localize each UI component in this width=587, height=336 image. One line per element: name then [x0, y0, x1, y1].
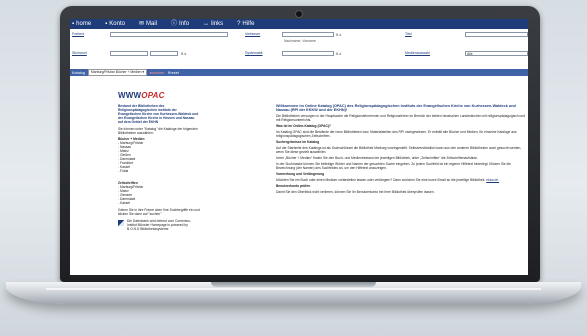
- nav-mail[interactable]: ✉ Mail: [139, 21, 157, 27]
- wwwopac-logo: WWWOPAC: [118, 91, 165, 100]
- account-heading: Benutzerkonto prüfen: [276, 184, 311, 188]
- systematik-label[interactable]: Systematik: [245, 51, 263, 55]
- laptop-hinge: [211, 282, 376, 287]
- nav-info[interactable]: ⓘ Info: [171, 21, 189, 27]
- stichwort-input[interactable]: [110, 51, 148, 56]
- welcome-title: Willkommen im Online Katalog (OPAC) des …: [276, 104, 516, 112]
- home-icon: ▪: [72, 21, 75, 27]
- email-link[interactable]: ekkw.de.: [486, 178, 499, 182]
- nav-konto[interactable]: ▪ Konto: [105, 21, 125, 27]
- catalog-hint: Sie können unter "Katalog" die Kataloge …: [118, 127, 198, 135]
- left-column: WWWOPAC Bestand der Bibliotheken des Rel…: [118, 91, 200, 231]
- search-note: Geben Sie in ihre Frame oben Ihre Suchbe…: [118, 208, 200, 216]
- top-nav-bar: ▪ home ▪ Konto ✉ Mail ⓘ Info ↔ links ? Hilfe: [70, 19, 528, 29]
- titel-input[interactable]: [465, 32, 528, 37]
- search-button[interactable]: ▸suchen: [150, 70, 164, 75]
- journals-list: - Marburg/Fritzlar - Mainz - Giessen - D…: [118, 185, 200, 205]
- info-icon: ⓘ: [171, 21, 178, 27]
- stichwort-truncation: B.d.: [181, 52, 188, 56]
- laptop-screen: ▪ home ▪ Konto ✉ Mail ⓘ Info ↔ links ? Hilfe F…: [70, 19, 528, 275]
- main-content: WWWOPAC Bestand der Bibliotheken des Rel…: [70, 76, 528, 275]
- right-column: Willkommen im Online Katalog (OPAC) des …: [276, 104, 526, 196]
- stichwort-label[interactable]: Stichwort: [72, 51, 87, 55]
- books-list: - Marburg/Fritzlar - Nassau - Mainz - Gi…: [118, 141, 200, 173]
- camera-icon: [295, 10, 303, 18]
- links-icon: ↔: [203, 21, 210, 27]
- results-text: Auf der Startseite des Katalogs ist als …: [276, 146, 522, 154]
- verfasser-hint: Nachname, Vorname: [284, 39, 316, 43]
- verfasser-truncation: B.d.: [336, 33, 343, 37]
- reset-button[interactable]: ✕reset: [167, 70, 179, 75]
- reservation-heading: Vormerkung und Verlängerung: [276, 172, 325, 176]
- dfg-notice: Die Datenbank wird betreut vom Comenius-…: [118, 219, 200, 231]
- verfasser-label[interactable]: Verfasser: [245, 32, 260, 36]
- opac-heading: Was ist im Online-Katalog (OPAC)?: [276, 124, 331, 128]
- nav-help[interactable]: ? Hilfe: [237, 21, 254, 27]
- reservation-text: Möchten Sie ein Buch oder einen Medium v…: [276, 178, 500, 182]
- laptop-base: [6, 282, 581, 304]
- katalog-bar: Katalog Marburg/Fritzlar Bücher + Medien…: [70, 69, 528, 76]
- searchmask-text: In der Suchmaske können Sie beliebige Wö…: [276, 162, 511, 170]
- titel-label[interactable]: Titel: [405, 32, 412, 36]
- systematik-truncation: B.d.: [336, 52, 343, 56]
- medienauswahl-label[interactable]: Medienauswahl: [405, 51, 430, 55]
- nav-home[interactable]: ▪ home: [72, 21, 91, 27]
- freitext-input[interactable]: [110, 32, 228, 37]
- welcome-text: Die Bibliotheken versorgen in der Haupts…: [276, 114, 526, 122]
- laptop-lid: ▪ home ▪ Konto ✉ Mail ⓘ Info ↔ links ? Hilfe F…: [60, 6, 540, 282]
- verfasser-input[interactable]: [282, 32, 334, 37]
- mail-icon: ✉: [138, 21, 145, 27]
- stichwort-input-2[interactable]: [150, 51, 178, 56]
- contact-icon: ▪: [105, 21, 108, 27]
- katalog-label: Katalog: [72, 70, 85, 75]
- library-intro: Bestand der Bibliotheken des Religionspä…: [118, 104, 199, 124]
- search-form: Freitext Verfasser B.d. Nachname, Vornam…: [70, 29, 528, 69]
- results-heading: Suchergebnisse im Katalog: [276, 140, 320, 144]
- laptop-edge: [46, 288, 541, 290]
- help-icon: ?: [237, 21, 241, 27]
- nav-links[interactable]: ↔ links: [203, 21, 223, 27]
- dfg-logo-icon: [118, 220, 124, 226]
- katalog-select[interactable]: Marburg/Fritzlar Bücher + Medien ▾: [87, 69, 148, 76]
- freitext-label[interactable]: Freitext: [72, 32, 84, 36]
- opac-text: Im Katalog OPAC sind die Bestände der ne…: [276, 130, 517, 138]
- systematik-input[interactable]: [282, 51, 334, 56]
- account-text: Damit Sie den Überblick nicht verlieren,…: [276, 190, 435, 194]
- media-text: Unter „Bücher + Medien“ finden Sie den B…: [276, 156, 478, 160]
- medienauswahl-select[interactable]: Alle: [465, 51, 528, 56]
